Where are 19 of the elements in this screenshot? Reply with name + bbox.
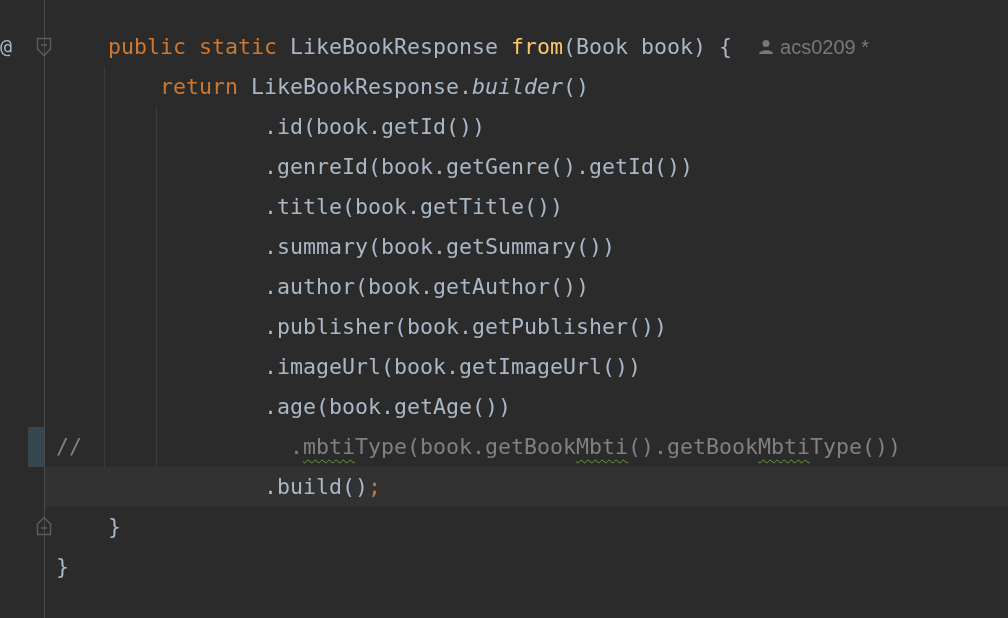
code-line: .build(); [263, 473, 382, 501]
fold-collapse-icon[interactable] [36, 37, 52, 57]
code-line: // .mbtiType(book.getBookMbti().getBookMbtiType()) [56, 433, 902, 461]
user-icon [758, 39, 775, 55]
code-line: } [107, 513, 121, 541]
code-line: .publisher(book.getPublisher()) [263, 313, 668, 341]
annotation-gutter-mark[interactable]: @ [0, 34, 13, 58]
code-line: .id(book.getId()) [263, 113, 486, 141]
code-line: .age(book.getAge()) [263, 393, 512, 421]
code-line: } [56, 553, 69, 581]
code-line: public static LikeBookResponse from(Book book) { [107, 33, 733, 61]
code-line: .author(book.getAuthor()) [263, 273, 590, 301]
code-line: .imageUrl(book.getImageUrl()) [263, 353, 642, 381]
fold-collapse-icon[interactable] [36, 516, 52, 536]
author-name: acs0209 * [780, 35, 870, 60]
code-line: return LikeBookResponse.builder() [159, 73, 590, 101]
code-line: .title(book.getTitle()) [263, 193, 564, 221]
code-line: .genreId(book.getGenre().getId()) [263, 153, 694, 181]
code-line: .summary(book.getSummary()) [263, 233, 616, 261]
